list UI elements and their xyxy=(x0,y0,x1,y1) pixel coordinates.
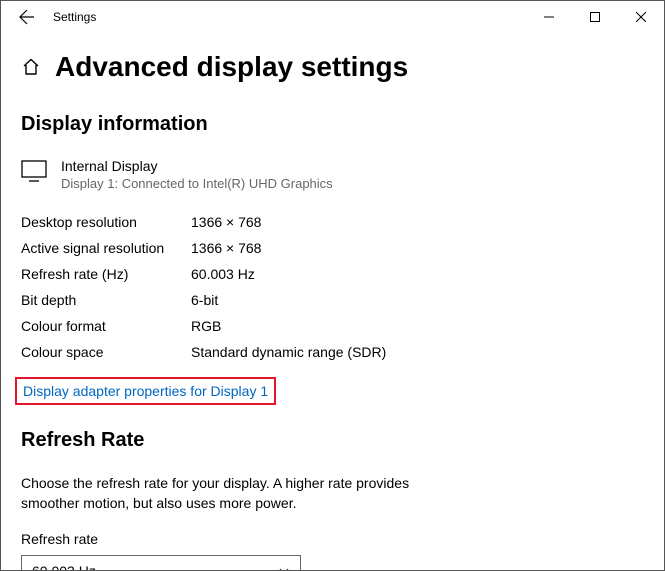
home-icon xyxy=(21,57,41,77)
page-header: Advanced display settings xyxy=(21,51,644,83)
minimize-icon xyxy=(544,12,554,22)
refresh-rate-selected: 60.003 Hz xyxy=(32,563,96,570)
adapter-link-highlight: Display adapter properties for Display 1 xyxy=(15,377,276,405)
spec-table: Desktop resolution 1366 × 768 Active sig… xyxy=(21,209,644,365)
spec-row: Bit depth 6-bit xyxy=(21,287,644,313)
content-area: Advanced display settings Display inform… xyxy=(1,33,664,570)
spec-row: Colour format RGB xyxy=(21,313,644,339)
settings-window: Settings Advanced display settings Displ… xyxy=(0,0,665,571)
spec-label: Refresh rate (Hz) xyxy=(21,266,191,282)
display-summary: Internal Display Display 1: Connected to… xyxy=(21,158,644,191)
maximize-button[interactable] xyxy=(572,1,618,33)
spec-row: Refresh rate (Hz) 60.003 Hz xyxy=(21,261,644,287)
spec-value: Standard dynamic range (SDR) xyxy=(191,344,386,360)
spec-label: Bit depth xyxy=(21,292,191,308)
minimize-button[interactable] xyxy=(526,1,572,33)
spec-label: Colour space xyxy=(21,344,191,360)
chevron-down-icon xyxy=(278,565,290,570)
refresh-rate-description: Choose the refresh rate for your display… xyxy=(21,474,461,513)
close-icon xyxy=(636,12,646,22)
window-title: Settings xyxy=(53,10,526,24)
spec-value: 1366 × 768 xyxy=(191,240,261,256)
display-adapter-link[interactable]: Display adapter properties for Display 1 xyxy=(23,383,268,399)
back-button[interactable] xyxy=(7,1,47,33)
maximize-icon xyxy=(590,12,600,22)
spec-label: Active signal resolution xyxy=(21,240,191,256)
page-title: Advanced display settings xyxy=(55,51,408,83)
display-connection: Display 1: Connected to Intel(R) UHD Gra… xyxy=(61,176,333,191)
home-button[interactable] xyxy=(21,57,41,77)
spec-label: Desktop resolution xyxy=(21,214,191,230)
window-controls xyxy=(526,1,664,33)
monitor-icon xyxy=(21,160,47,185)
refresh-rate-label: Refresh rate xyxy=(21,531,644,547)
display-summary-text: Internal Display Display 1: Connected to… xyxy=(61,158,333,191)
spec-label: Colour format xyxy=(21,318,191,334)
spec-value: 6-bit xyxy=(191,292,218,308)
spec-row: Active signal resolution 1366 × 768 xyxy=(21,235,644,261)
spec-value: 1366 × 768 xyxy=(191,214,261,230)
spec-value: RGB xyxy=(191,318,221,334)
refresh-rate-dropdown[interactable]: 60.003 Hz xyxy=(21,555,301,570)
display-name: Internal Display xyxy=(61,158,333,174)
refresh-rate-heading: Refresh Rate xyxy=(21,429,644,452)
spec-row: Desktop resolution 1366 × 768 xyxy=(21,209,644,235)
titlebar: Settings xyxy=(1,1,664,33)
back-arrow-icon xyxy=(19,9,35,25)
spec-value: 60.003 Hz xyxy=(191,266,255,282)
close-button[interactable] xyxy=(618,1,664,33)
display-info-heading: Display information xyxy=(21,113,644,136)
spec-row: Colour space Standard dynamic range (SDR… xyxy=(21,339,644,365)
